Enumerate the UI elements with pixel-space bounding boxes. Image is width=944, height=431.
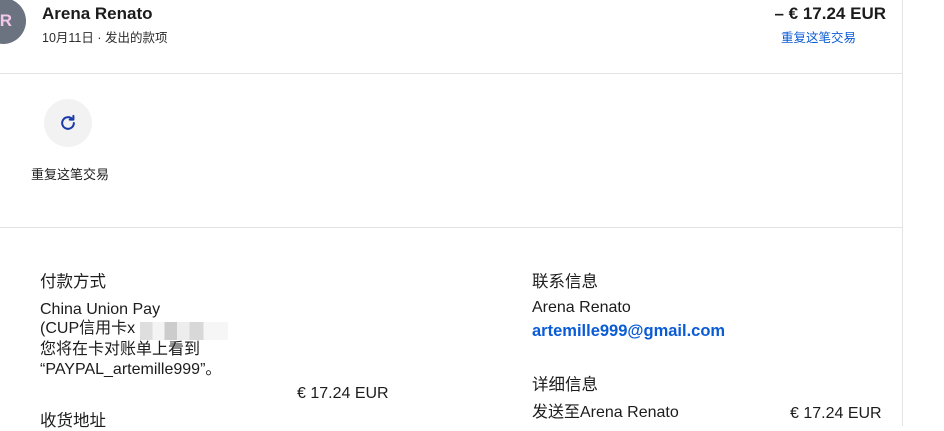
- repeat-transaction-button[interactable]: [44, 99, 92, 147]
- card-number-redacted: [140, 322, 228, 340]
- contact-name: Arena Renato: [532, 299, 631, 316]
- counterparty-name: Arena Renato: [42, 4, 153, 23]
- transaction-amount: – € 17.24 EUR: [774, 4, 886, 23]
- payment-amount: € 17.24 EUR: [297, 385, 389, 402]
- shipping-address-title: 收货地址: [40, 412, 106, 430]
- payment-method-name: China Union Pay: [40, 301, 161, 318]
- repeat-transaction-link[interactable]: 重复这笔交易: [781, 27, 856, 46]
- sent-to-label: 发送至Arena Renato: [532, 404, 679, 421]
- payment-card-info: (CUP信用卡x: [40, 320, 136, 337]
- statement-descriptor: “PAYPAL_artemille999”。: [40, 361, 222, 378]
- divider: [0, 227, 902, 228]
- details-amount: € 17.24 EUR: [790, 405, 882, 422]
- contact-info-title: 联系信息: [532, 273, 598, 291]
- repeat-transaction-label[interactable]: 重复这笔交易: [30, 165, 110, 184]
- avatar: AR: [0, 0, 26, 44]
- panel-right-border: [902, 0, 903, 426]
- divider: [0, 73, 902, 74]
- avatar-initials: AR: [0, 11, 12, 30]
- transaction-subtitle: 10月11日 · 发出的款项: [42, 31, 168, 45]
- payment-method-title: 付款方式: [40, 273, 106, 291]
- statement-note: 您将在卡对账单上看到: [40, 341, 201, 358]
- contact-email-link[interactable]: artemille999@gmail.com: [532, 322, 725, 341]
- refresh-icon: [61, 114, 75, 130]
- details-title: 详细信息: [532, 376, 598, 394]
